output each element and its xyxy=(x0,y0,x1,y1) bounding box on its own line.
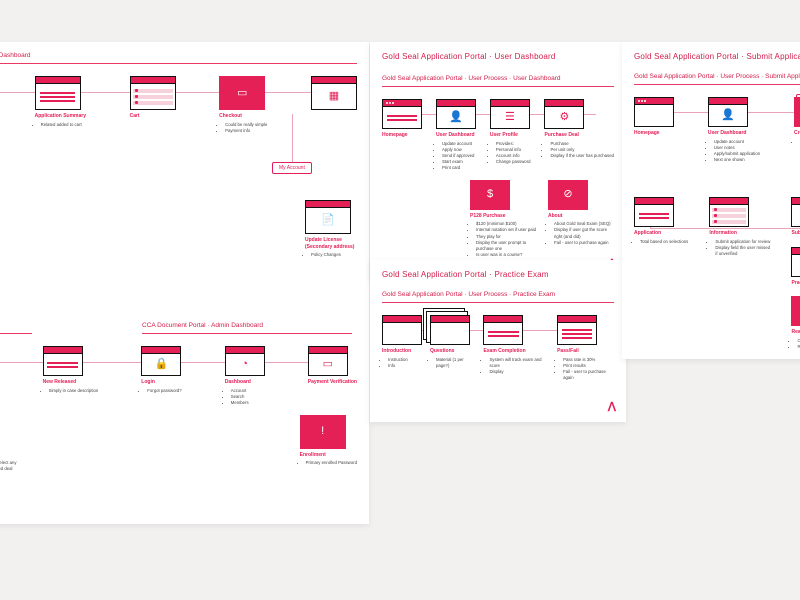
card-accent-icon: ▭ xyxy=(237,88,247,99)
flow-row: ApplicationTotal based on selections Inf… xyxy=(634,197,800,350)
flow-row: Homepage 👤User DashboardUpdate accountAp… xyxy=(382,99,614,172)
gauge-icon: ◔ xyxy=(241,359,248,370)
gear-icon: ⚙ xyxy=(560,112,570,123)
panel-sub: Gold Seal Application Portal · User Proc… xyxy=(382,75,614,82)
lock-icon: 🔒 xyxy=(154,359,168,370)
panel-sub: Gold Seal Application Portal · User Proc… xyxy=(634,73,800,80)
panel-title: Gold Seal Application Portal · Practice … xyxy=(382,270,614,279)
card-standalone: 📄 xyxy=(0,266,357,300)
section-title: Place Deal xyxy=(0,322,32,329)
alert-icon: ! xyxy=(321,426,324,437)
section-title: CCA Document Portal · Admin Dashboard xyxy=(142,322,352,329)
user-icon: 👤 xyxy=(721,110,735,121)
pill-my-account: My Account xyxy=(272,162,312,174)
deny-icon: ⊘ xyxy=(563,189,572,200)
user-icon: 👤 xyxy=(449,112,463,123)
panel-title: Gold Seal Application Portal · User Dash… xyxy=(382,52,614,61)
flow-row: 👤Information 👥New InformationIf this typ… xyxy=(0,346,357,406)
price-icon: $ xyxy=(487,189,493,200)
card-final: ▦ xyxy=(311,76,357,110)
document-icon: ▦ xyxy=(329,91,339,102)
card-app-summary: Application Summary Related added to car… xyxy=(35,76,86,128)
flow-row: Registration Form Application SelectSome… xyxy=(0,76,357,140)
flow-row: ✔ Confirm Renewed Titles 📄 Update Licens… xyxy=(0,200,357,258)
card-checkout: ▭ Checkout Could be really simplePayment… xyxy=(219,76,267,134)
card-icon: ▭ xyxy=(323,359,333,370)
flow-row: IntroductionInstructionInfo QuestionsMat… xyxy=(382,315,614,381)
flow-row: Homepage 👤User DashboardUpdate accountUs… xyxy=(634,97,800,163)
divider xyxy=(0,63,357,64)
card-enrollment: ! Enrollment Primary enrolled Password xyxy=(300,415,357,467)
card-purchase-deal: 🛒 Purchase Deal A user logged in can now… xyxy=(0,415,18,473)
profile-icon: ☰ xyxy=(505,112,515,123)
panel-left-flows: Gold Seal Application Portal · User Proc… xyxy=(0,42,369,524)
panel-sub: Gold Seal Application Portal · User Proc… xyxy=(0,52,357,59)
file-icon: 📄 xyxy=(321,215,335,226)
panel-user-dashboard: Gold Seal Application Portal · User Dash… xyxy=(370,42,626,279)
panel-submit-application: Gold Seal Application Portal · Submit Ap… xyxy=(622,42,800,359)
brand-logo-icon: ᐱ xyxy=(608,400,616,414)
panel-title: Gold Seal Application Portal · Submit Ap… xyxy=(634,52,800,61)
card-update-license: 📄 Update License (Secondary address) Pol… xyxy=(305,200,357,258)
panel-practice-exam: Gold Seal Application Portal · Practice … xyxy=(370,260,626,422)
panel-sub: Gold Seal Application Portal · User Proc… xyxy=(382,291,614,298)
card-cart: Cart xyxy=(130,76,176,120)
